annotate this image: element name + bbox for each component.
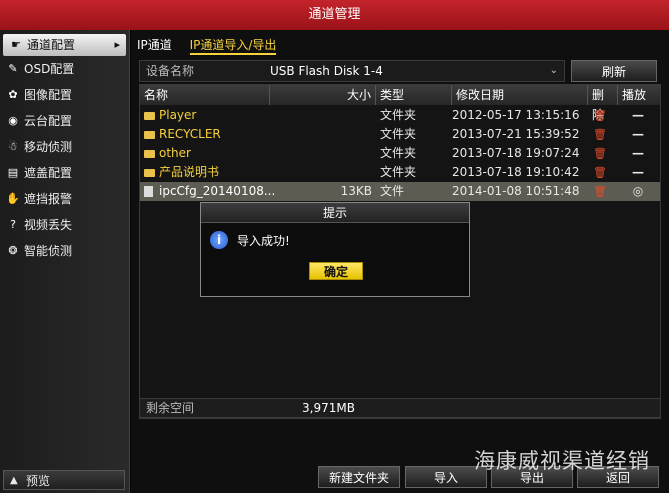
video-loss-icon: ? (10, 218, 16, 231)
preview-button[interactable]: ▲ 预览 (3, 470, 125, 490)
image-icon: ✿ (8, 88, 18, 101)
tamper-icon: ✋ (6, 192, 20, 205)
new-folder-button[interactable]: 新建文件夹 (318, 466, 400, 488)
file-size: 13KB (340, 184, 372, 198)
play-disabled-icon: — (632, 127, 644, 141)
file-name: 产品说明书 (159, 165, 220, 179)
file-size (276, 125, 372, 144)
free-space-label: 剩余空间 (146, 401, 195, 415)
file-type: 文件夹 (380, 127, 417, 141)
tab-ip-channel-import-export[interactable]: IP通道导入/导出 (189, 36, 277, 55)
file-icon (144, 186, 153, 197)
file-type: 文件夹 (380, 108, 417, 122)
header-date: 修改日期 (452, 85, 588, 105)
motion-icon: ☃ (8, 140, 18, 153)
file-date: 2012-05-17 13:15:16 (452, 108, 580, 122)
sidebar-item-image-config[interactable]: ✿ 图像配置 (0, 82, 129, 108)
table-row[interactable]: Player 文件夹 2012-05-17 13:15:16 🗑 — (140, 106, 660, 125)
sidebar-item-ptz-config[interactable]: ◉ 云台配置 (0, 108, 129, 134)
tab-ip-channel[interactable]: IP通道 (137, 36, 172, 53)
sidebar-item-smart-detect[interactable]: ❂ 智能侦测 (0, 238, 129, 264)
sidebar-item-video-loss[interactable]: ? 视频丢失 (0, 212, 129, 238)
file-type: 文件夹 (380, 165, 417, 179)
free-space-value: 3,971MB (302, 401, 355, 415)
chevron-down-icon: ⌄ (549, 65, 558, 76)
folder-icon (144, 111, 155, 120)
sidebar-item-label: 移动侦测 (24, 140, 73, 154)
file-type: 文件夹 (380, 146, 417, 160)
prompt-dialog: 提示 i 导入成功! 确定 (200, 202, 470, 297)
trash-icon[interactable]: 🗑 (590, 125, 610, 144)
sidebar-item-mask-config[interactable]: ▤ 遮盖配置 (0, 160, 129, 186)
play-disabled-icon: — (632, 165, 644, 179)
file-date: 2014-01-08 10:51:48 (452, 184, 580, 198)
table-row[interactable]: 产品说明书 文件夹 2013-07-18 19:10:42 🗑 — (140, 163, 660, 182)
play-disabled-icon: — (632, 146, 644, 160)
file-name: ipcCfg_20140108... (159, 184, 276, 198)
header-delete: 删除 (588, 85, 618, 122)
smart-detect-icon: ❂ (8, 244, 18, 257)
sidebar-item-label: 遮挡报警 (24, 192, 73, 206)
osd-icon: ✎ (8, 62, 18, 75)
header-size: 大小 (270, 85, 376, 105)
trash-icon[interactable]: 🗑 (590, 144, 610, 163)
sidebar: ☛ 通道配置 ▸ ✎ OSD配置 ✿ 图像配置 ◉ 云台配置 ☃ 移动侦测 ▤ … (0, 30, 130, 493)
file-name: RECYCLER (159, 127, 221, 141)
ptz-icon: ◉ (8, 114, 18, 127)
file-size (276, 163, 372, 182)
folder-icon (144, 168, 155, 177)
chevron-right-icon: ▸ (114, 38, 120, 51)
sidebar-item-label: 遮盖配置 (24, 166, 73, 180)
tab-bar: IP通道 IP通道导入/导出 (137, 36, 290, 55)
header-type: 类型 (376, 85, 452, 105)
file-size (276, 144, 372, 163)
preview-label: 预览 (26, 474, 51, 488)
file-date: 2013-07-21 15:39:52 (452, 127, 580, 141)
table-row[interactable]: RECYCLER 文件夹 2013-07-21 15:39:52 🗑 — (140, 125, 660, 144)
header-name: 名称 (140, 85, 270, 105)
watermark: 海康威视渠道经销 (474, 449, 650, 473)
sidebar-item-label: 智能侦测 (24, 244, 73, 258)
table-row[interactable]: other 文件夹 2013-07-18 19:07:24 🗑 — (140, 144, 660, 163)
camera-icon: ☛ (11, 38, 21, 51)
free-space-row: 剩余空间 3,971MB (139, 398, 661, 418)
device-value: USB Flash Disk 1-4 (270, 64, 383, 78)
file-date: 2013-07-18 19:10:42 (452, 165, 580, 179)
sidebar-item-label: 视频丢失 (24, 218, 73, 232)
trash-icon[interactable]: 🗑 (590, 182, 610, 201)
dialog-message: 导入成功! (237, 234, 290, 248)
table-row-selected[interactable]: ipcCfg_20140108... 13KB 文件 2014-01-08 10… (140, 182, 660, 201)
file-name: Player (159, 108, 197, 122)
mask-icon: ▤ (7, 166, 19, 179)
play-icon[interactable]: ◎ (620, 182, 656, 201)
file-type: 文件 (380, 184, 405, 198)
sidebar-item-tamper-alarm[interactable]: ✋ 遮挡报警 (0, 186, 129, 212)
file-date: 2013-07-18 19:07:24 (452, 146, 580, 160)
window-title: 通道管理 (0, 0, 669, 30)
sidebar-item-motion-detect[interactable]: ☃ 移动侦测 (0, 134, 129, 160)
device-select[interactable]: 设备名称 USB Flash Disk 1-4 ⌄ (139, 60, 565, 82)
sidebar-item-label: 图像配置 (24, 88, 73, 102)
file-size (276, 106, 372, 125)
sidebar-item-osd-config[interactable]: ✎ OSD配置 (0, 56, 129, 82)
sidebar-item-channel-config[interactable]: ☛ 通道配置 ▸ (3, 34, 126, 56)
folder-icon (144, 149, 155, 158)
table-header: 名称 大小 类型 修改日期 删除 播放 (140, 85, 660, 122)
header-play: 播放 (622, 88, 647, 102)
file-name: other (159, 146, 191, 160)
trash-icon[interactable]: 🗑 (590, 163, 610, 182)
refresh-button[interactable]: 刷新 (571, 60, 657, 82)
info-icon: i (210, 231, 228, 249)
play-disabled-icon: — (632, 108, 644, 122)
ok-button[interactable]: 确定 (309, 262, 363, 280)
sidebar-item-label: 通道配置 (27, 38, 76, 52)
preview-icon: ▲ (10, 475, 18, 486)
trash-icon[interactable]: 🗑 (590, 106, 610, 125)
dialog-title: 提示 (201, 203, 469, 223)
device-label: 设备名称 (146, 64, 195, 78)
sidebar-item-label: OSD配置 (24, 62, 75, 76)
folder-icon (144, 130, 155, 139)
sidebar-item-label: 云台配置 (24, 114, 73, 128)
